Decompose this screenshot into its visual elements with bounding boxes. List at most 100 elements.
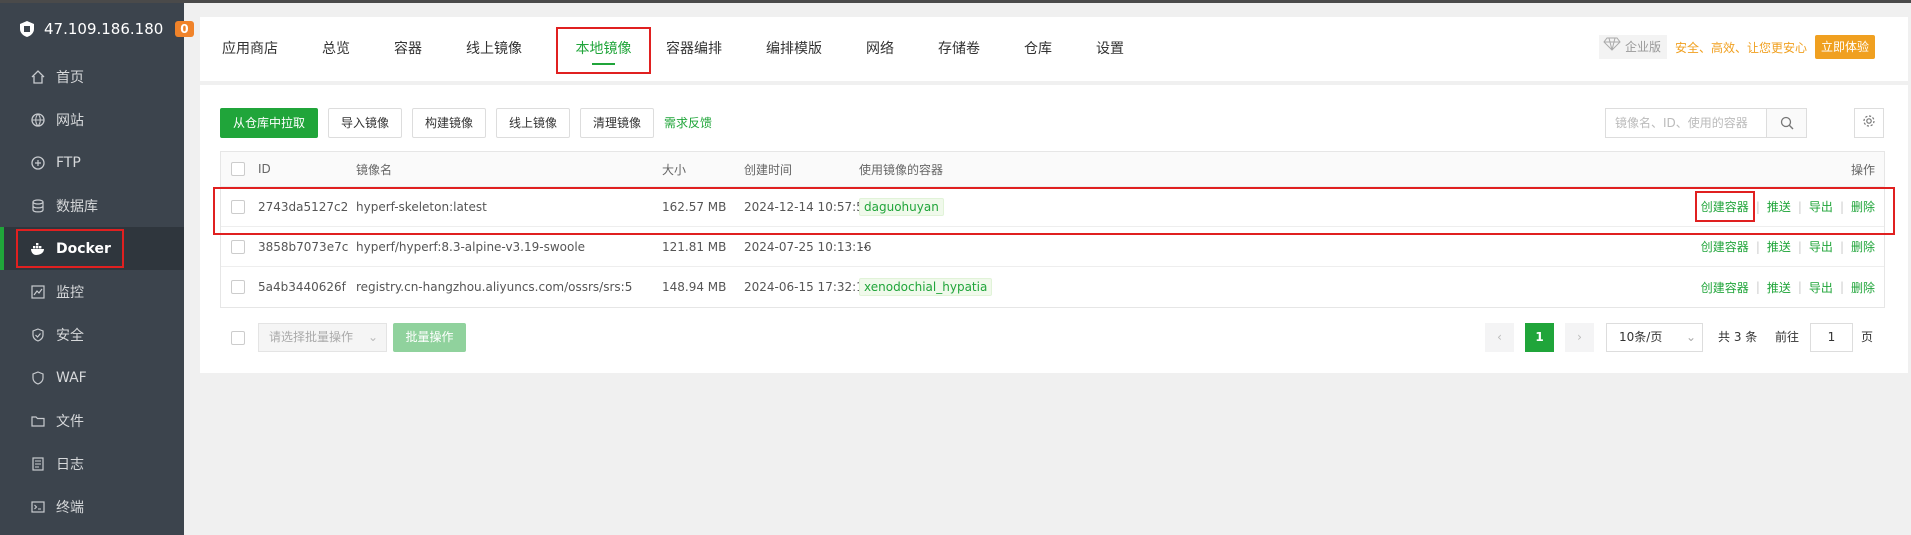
sidebar-item-database[interactable]: 数据库 (0, 184, 184, 227)
header-containers: 使用镜像的容器 (859, 162, 944, 177)
header-id[interactable]: ID (258, 152, 271, 186)
batch-checkbox[interactable] (231, 331, 245, 345)
row-actions: 创建容器 | 推送 | 导出 | 删除 (1700, 279, 1875, 296)
goto-label: 前往 (1775, 330, 1800, 344)
search-input[interactable] (1606, 109, 1766, 137)
notification-badge[interactable]: 0 (175, 21, 194, 37)
server-host[interactable]: 47.109.186.180 0 (0, 3, 194, 55)
delete-link[interactable]: 删除 (1851, 198, 1875, 215)
search-icon[interactable] (1766, 109, 1806, 137)
sidebar-item-label: WAF (56, 369, 87, 386)
folder-icon (30, 413, 46, 429)
sidebar-item-label: FTP (56, 154, 81, 171)
tab-registry[interactable]: 仓库 (1024, 17, 1052, 81)
image-size: 148.94 MB (662, 280, 727, 294)
tab-app-store[interactable]: 应用商店 (222, 17, 278, 81)
create-container-link[interactable]: 创建容器 (1694, 191, 1755, 222)
monitor-icon (30, 284, 46, 300)
page-size-value: 10条/页 (1619, 330, 1663, 344)
online-images-button[interactable]: 线上镜像 (496, 108, 571, 138)
globe-icon (30, 112, 46, 128)
push-link[interactable]: 推送 (1767, 238, 1791, 255)
terminal-icon (30, 499, 46, 515)
image-id: 2743da5127c2 (258, 199, 349, 214)
image-name: registry.cn-hangzhou.aliyuncs.com/ossrs/… (356, 280, 633, 294)
export-link[interactable]: 导出 (1809, 279, 1833, 296)
database-icon (30, 198, 46, 214)
enterprise-badge: 企业版 (1598, 35, 1667, 59)
tab-online-images[interactable]: 线上镜像 (466, 17, 522, 81)
chevron-right-icon: › (1577, 330, 1582, 344)
page-number[interactable]: 1 (1525, 323, 1554, 352)
sidebar-item-label: 数据库 (56, 198, 98, 215)
sidebar-item-home[interactable]: 首页 (0, 55, 184, 98)
tab-local-images[interactable]: 本地镜像 (556, 17, 651, 81)
batch-action-select[interactable]: 请选择批量操作 ⌄ (258, 323, 387, 352)
chevron-left-icon: ‹ (1497, 330, 1502, 344)
page-size-select[interactable]: 10条/页 ⌄ (1606, 323, 1703, 352)
next-page-button[interactable]: › (1565, 323, 1594, 352)
tab-compose-templates[interactable]: 编排模版 (766, 17, 822, 81)
export-link[interactable]: 导出 (1809, 198, 1833, 215)
column-settings-button[interactable] (1854, 108, 1884, 138)
delete-link[interactable]: 删除 (1851, 238, 1875, 255)
highlight-box (16, 229, 124, 268)
row-actions: 创建容器 | 推送 | 导出 | 删除 (1700, 238, 1875, 255)
pull-from-registry-button[interactable]: 从仓库中拉取 (220, 108, 319, 138)
shield-icon (30, 327, 46, 343)
prev-page-button[interactable]: ‹ (1485, 323, 1514, 352)
build-image-button[interactable]: 构建镜像 (412, 108, 487, 138)
container-tag[interactable]: xenodochial_hypatia (859, 278, 993, 296)
row-checkbox[interactable] (231, 187, 245, 226)
feedback-link[interactable]: 需求反馈 (664, 108, 712, 138)
tab-compose[interactable]: 容器编排 (666, 17, 722, 81)
export-link[interactable]: 导出 (1809, 238, 1833, 255)
sidebar-item-label: 安全 (56, 327, 84, 344)
home-icon (30, 69, 46, 85)
try-now-button[interactable]: 立即体验 (1814, 35, 1875, 59)
tab-volumes[interactable]: 存储卷 (938, 17, 980, 81)
gear-icon (1862, 114, 1876, 132)
push-link[interactable]: 推送 (1767, 279, 1791, 296)
sidebar-item-ftp[interactable]: FTP (0, 141, 184, 184)
sidebar-item-monitor[interactable]: 监控 (0, 270, 184, 313)
header-name[interactable]: 镜像名 (356, 152, 392, 186)
delete-link[interactable]: 删除 (1851, 279, 1875, 296)
tab-network[interactable]: 网络 (866, 17, 894, 81)
clean-images-button[interactable]: 清理镜像 (580, 108, 655, 138)
image-id: 5a4b3440626f (258, 280, 346, 294)
create-container-link[interactable]: 创建容器 (1701, 238, 1749, 255)
tab-settings[interactable]: 设置 (1096, 17, 1124, 81)
push-link[interactable]: 推送 (1767, 198, 1791, 215)
bt-logo-icon (18, 20, 36, 38)
highlight-box (1694, 191, 1755, 222)
image-size: 121.81 MB (662, 239, 727, 254)
sidebar-item-label: 文件 (56, 413, 84, 430)
sidebar-item-docker[interactable]: Docker (0, 227, 184, 270)
select-all-checkbox[interactable] (231, 152, 245, 186)
ftp-icon (30, 155, 46, 171)
batch-select-placeholder: 请选择批量操作 (269, 330, 354, 344)
goto-page-input[interactable]: 1 (1810, 323, 1853, 352)
row-checkbox[interactable] (231, 227, 245, 266)
header-size[interactable]: 大小 (662, 152, 686, 186)
header-created[interactable]: 创建时间 (744, 152, 792, 186)
sidebar-item-files[interactable]: 文件 (0, 399, 184, 442)
sidebar-item-label: 监控 (56, 284, 84, 301)
table-row: 5a4b3440626f registry.cn-hangzhou.aliyun… (221, 267, 1884, 307)
sidebar-item-website[interactable]: 网站 (0, 98, 184, 141)
image-created: 2024-12-14 10:57:50 (744, 199, 872, 214)
row-checkbox[interactable] (231, 267, 245, 307)
tab-containers[interactable]: 容器 (394, 17, 422, 81)
container-tag[interactable]: daguohuyan (859, 197, 944, 216)
chevron-down-icon: ⌄ (1685, 330, 1696, 344)
create-container-link[interactable]: 创建容器 (1701, 279, 1749, 296)
sidebar-item-terminal[interactable]: 终端 (0, 485, 184, 528)
import-image-button[interactable]: 导入镜像 (328, 108, 403, 138)
image-created: 2024-07-25 10:13:16 (744, 239, 872, 254)
sidebar-item-logs[interactable]: 日志 (0, 442, 184, 485)
sidebar-item-security[interactable]: 安全 (0, 313, 184, 356)
batch-action-button[interactable]: 批量操作 (393, 323, 466, 352)
tab-overview[interactable]: 总览 (322, 17, 350, 81)
sidebar-item-waf[interactable]: WAF (0, 356, 184, 399)
